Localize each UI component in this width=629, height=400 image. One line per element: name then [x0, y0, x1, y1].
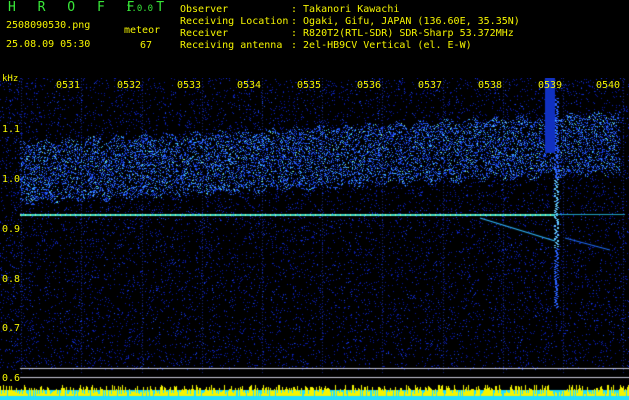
x-tick-label: 0534 — [237, 80, 262, 91]
meteor-label: meteor — [124, 25, 161, 36]
meteor-count: 67 — [140, 40, 153, 51]
y-tick-label: 0.8 — [2, 274, 21, 285]
x-tick-label: 0532 — [117, 80, 142, 91]
x-tick-label: 0533 — [177, 80, 202, 91]
observer-value: : Takanori Kawachi — [291, 4, 400, 15]
app-version: 1.0.0 — [126, 4, 154, 14]
y-tick-label: 1.1 — [2, 124, 21, 135]
location-value: : Ogaki, Gifu, JAPAN (136.60E, 35.35N) — [291, 16, 520, 27]
location-label: Receiving Location — [180, 16, 289, 27]
spectrogram-canvas — [0, 78, 629, 400]
x-tick-label: 0537 — [418, 80, 443, 91]
observer-label: Observer — [180, 4, 229, 15]
y-axis-unit: kHz — [2, 74, 19, 84]
x-tick-label: 0539 — [538, 80, 563, 91]
header-panel: H R O F F T 1.0.0 2508090530.png meteor … — [0, 0, 629, 78]
x-tick-label: 0536 — [357, 80, 382, 91]
antenna-label: Receiving antenna — [180, 40, 283, 51]
receiver-label: Receiver — [180, 28, 229, 39]
antenna-value: : 2el-HB9CV Vertical (el. E-W) — [291, 40, 472, 51]
x-tick-label: 0540 — [596, 80, 621, 91]
file-name: 2508090530.png — [6, 20, 91, 31]
y-tick-label: 1.0 — [2, 174, 21, 185]
y-tick-label: 0.6 — [2, 373, 21, 384]
receiver-value: : R820T2(RTL-SDR) SDR-Sharp 53.372MHz — [291, 28, 514, 39]
y-tick-label: 0.9 — [2, 224, 21, 235]
y-tick-label: 0.7 — [2, 323, 21, 334]
x-tick-label: 0531 — [56, 80, 81, 91]
x-tick-label: 0535 — [297, 80, 322, 91]
observation-datetime: 25.08.09 05:30 — [6, 39, 91, 50]
x-tick-label: 0538 — [478, 80, 503, 91]
